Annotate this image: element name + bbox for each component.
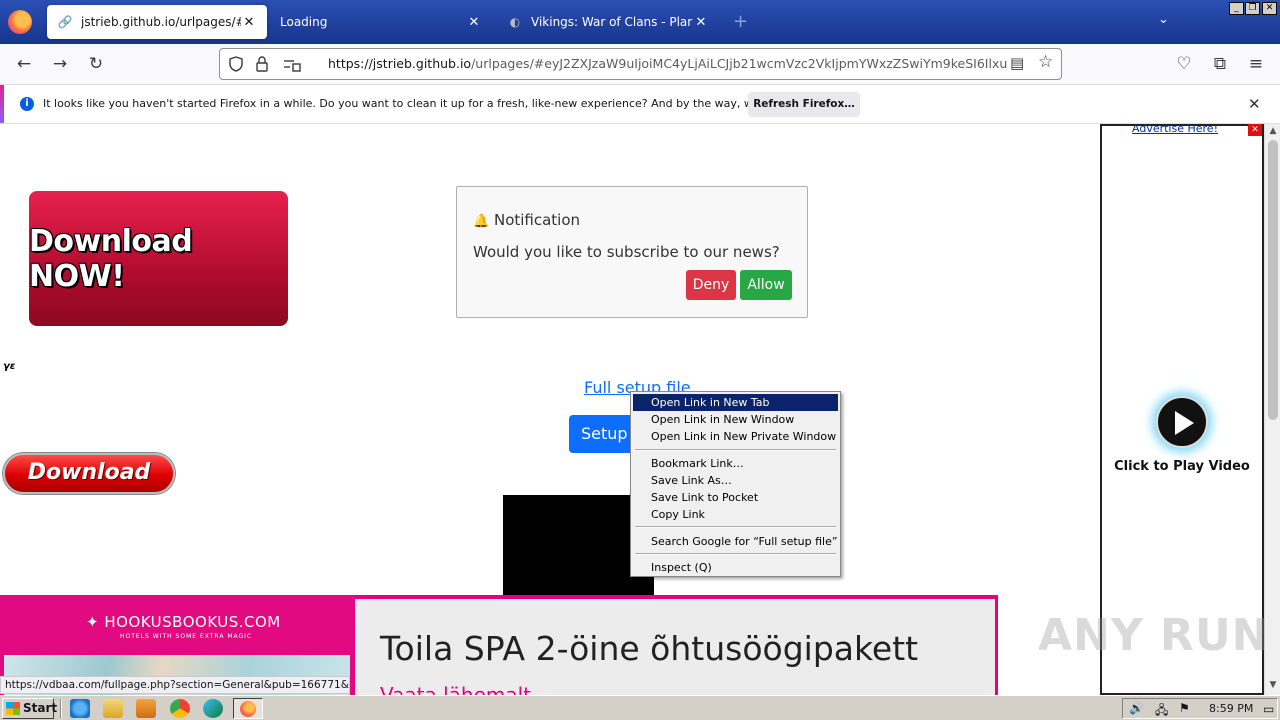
firefox-icon: [240, 701, 256, 717]
lock-icon[interactable]: [254, 55, 270, 73]
hamburger-menu-icon[interactable]: ≡: [1245, 53, 1267, 75]
plarium-icon: ◐: [509, 15, 521, 29]
banner-title: Toila SPA 2-öine õhtusöögipakett: [380, 629, 919, 668]
scroll-up-icon[interactable]: ▲: [1267, 126, 1279, 136]
menu-save-link-as[interactable]: Save Link As…: [633, 472, 838, 489]
start-button[interactable]: Start: [2, 698, 58, 719]
volume-icon[interactable]: 🔊: [1129, 701, 1144, 715]
shield-icon[interactable]: [227, 55, 245, 73]
back-arrow-icon[interactable]: ←: [13, 53, 35, 75]
flag-icon[interactable]: ⚑: [1179, 701, 1190, 715]
notification-icon[interactable]: ▭: [1263, 702, 1274, 716]
link-icon: 🔗: [57, 15, 73, 29]
banner-subtitle: Vaata lähemalt: [380, 683, 532, 695]
url-host: https://jstrieb.github.io: [328, 56, 472, 71]
ad-close-icon[interactable]: ✕: [1248, 124, 1262, 136]
forward-arrow-icon[interactable]: →: [49, 53, 71, 75]
hookusbookus-tagline: HOTELS WITH SOME EXTRA MAGIC: [120, 633, 253, 640]
url-bar[interactable]: https://jstrieb.github.io/urlpages/#eyJ2…: [219, 48, 1062, 80]
windows-taskbar: Start 🔊 🖧 ⚑ 8:59 PM ▭: [0, 695, 1280, 720]
link-context-menu: Open Link in New Tab Open Link in New Wi…: [630, 391, 841, 577]
tab-loading[interactable]: Loading ✕: [270, 5, 492, 39]
menu-save-link-to-pocket[interactable]: Save Link to Pocket: [633, 489, 838, 506]
url-text[interactable]: https://jstrieb.github.io/urlpages/#eyJ2…: [328, 56, 1008, 71]
infobar-close-icon[interactable]: ✕: [1248, 95, 1261, 113]
tab-vikings[interactable]: ◐ Vikings: War of Clans - Plarium ✕: [497, 5, 719, 39]
deny-button[interactable]: Deny: [686, 270, 736, 300]
scroll-down-icon[interactable]: ▼: [1267, 680, 1279, 690]
menu-bookmark-link[interactable]: Bookmark Link…: [633, 455, 838, 472]
infobar-message: It looks like you haven't started Firefo…: [43, 97, 827, 110]
info-icon: i: [20, 97, 34, 111]
tab-close-icon[interactable]: ✕: [693, 15, 709, 30]
reload-icon[interactable]: ↻: [85, 53, 107, 75]
anyrun-watermark: ANY RUN: [1038, 610, 1270, 661]
taskbar-clock: 8:59 PM: [1209, 702, 1254, 715]
download-button[interactable]: Download: [3, 453, 175, 494]
play-video-button[interactable]: [1156, 396, 1208, 448]
start-label: Start: [23, 701, 58, 715]
menu-search-google[interactable]: Search Google for “Full setup file”: [633, 533, 838, 550]
firefox-menu-icon[interactable]: [8, 10, 32, 34]
refresh-firefox-button[interactable]: Refresh Firefox…: [748, 92, 860, 117]
advertise-here-link[interactable]: Advertise Here!: [1132, 124, 1218, 135]
media-player-icon[interactable]: [136, 699, 156, 718]
extensions-icon[interactable]: ⧉: [1209, 53, 1231, 75]
tab-list-chevron-icon[interactable]: ⌄: [1158, 12, 1169, 27]
scrollbar-thumb[interactable]: [1268, 140, 1278, 420]
bell-icon: 🔔: [473, 214, 490, 229]
taskbar-separator: [60, 699, 62, 718]
download-now-banner[interactable]: Download NOW!: [29, 191, 288, 326]
system-tray: 🔊 🖧 ⚑ 8:59 PM ▭: [1122, 698, 1278, 719]
permissions-icon[interactable]: [282, 55, 302, 73]
hookusbookus-logo: ✦ HOOKUSBOOKUS.COM: [86, 613, 281, 631]
broken-image-icon: γε: [3, 361, 16, 372]
network-icon[interactable]: 🖧: [1155, 701, 1168, 720]
tab-title: Vikings: War of Clans - Plarium: [531, 15, 693, 29]
url-path: /urlpages/#eyJ2ZXJzaW9uIjoiMC4yLjAiLCJjb…: [471, 56, 1008, 71]
notification-title-row: 🔔 Notification: [473, 211, 580, 229]
menu-copy-link[interactable]: Copy Link: [633, 506, 838, 523]
status-link-url: https://vdbaa.com/fullpage.php?section=G…: [0, 676, 350, 694]
firefox-taskbar-button[interactable]: [233, 698, 263, 719]
tab-close-icon[interactable]: ✕: [466, 15, 482, 30]
allow-button[interactable]: Allow: [740, 270, 792, 300]
internet-explorer-icon[interactable]: [70, 699, 90, 718]
notification-message: Would you like to subscribe to our news?: [473, 243, 780, 261]
tab-close-icon[interactable]: ✕: [241, 15, 257, 30]
sparkle-icon: ✦: [86, 613, 100, 631]
play-icon: [1175, 411, 1194, 435]
close-window-button[interactable]: ✕: [1262, 2, 1277, 15]
windows-logo-icon: [6, 702, 20, 715]
menu-separator: [635, 553, 836, 555]
chrome-icon[interactable]: [170, 699, 190, 718]
menu-separator: [635, 449, 836, 451]
bookmark-star-icon[interactable]: ☆: [1038, 52, 1053, 72]
hookusbookus-logo-text: HOOKUSBOOKUS.COM: [104, 613, 281, 631]
menu-open-link-private-window[interactable]: Open Link in New Private Window: [633, 428, 838, 445]
tab-active[interactable]: 🔗 jstrieb.github.io/urlpages/#eyJ2ZX ✕: [47, 5, 267, 39]
reader-view-icon[interactable]: ▤: [1010, 54, 1024, 72]
setup-button-label: Setup: [581, 424, 628, 443]
restore-button[interactable]: ❐: [1245, 2, 1260, 15]
pocket-icon[interactable]: ♡: [1173, 53, 1195, 75]
play-video-label: Click to Play Video: [1114, 459, 1250, 474]
menu-open-link-new-window[interactable]: Open Link in New Window: [633, 411, 838, 428]
edge-icon[interactable]: [203, 699, 223, 718]
banner-text-panel: Toila SPA 2-öine õhtusöögipakett Vaata l…: [355, 599, 995, 695]
tab-title: Loading: [280, 15, 328, 29]
file-explorer-icon[interactable]: [103, 699, 123, 718]
menu-separator: [635, 526, 836, 528]
tab-title: jstrieb.github.io/urlpages/#eyJ2ZX: [81, 15, 241, 29]
menu-inspect[interactable]: Inspect (Q): [633, 559, 838, 576]
notification-dialog: 🔔 Notification Would you like to subscri…: [456, 186, 808, 318]
tab-strip: 🔗 jstrieb.github.io/urlpages/#eyJ2ZX ✕ L…: [0, 0, 1280, 44]
menu-open-link-new-tab[interactable]: Open Link in New Tab: [633, 394, 838, 411]
navigation-bar: ← → ↻ https://jstrieb.github.io/urlpages…: [0, 44, 1280, 84]
refresh-firefox-notification-bar: i It looks like you haven't started Fire…: [0, 84, 1280, 124]
new-tab-button[interactable]: +: [733, 11, 748, 32]
notification-title: Notification: [493, 211, 581, 229]
minimize-button[interactable]: _: [1229, 2, 1244, 15]
